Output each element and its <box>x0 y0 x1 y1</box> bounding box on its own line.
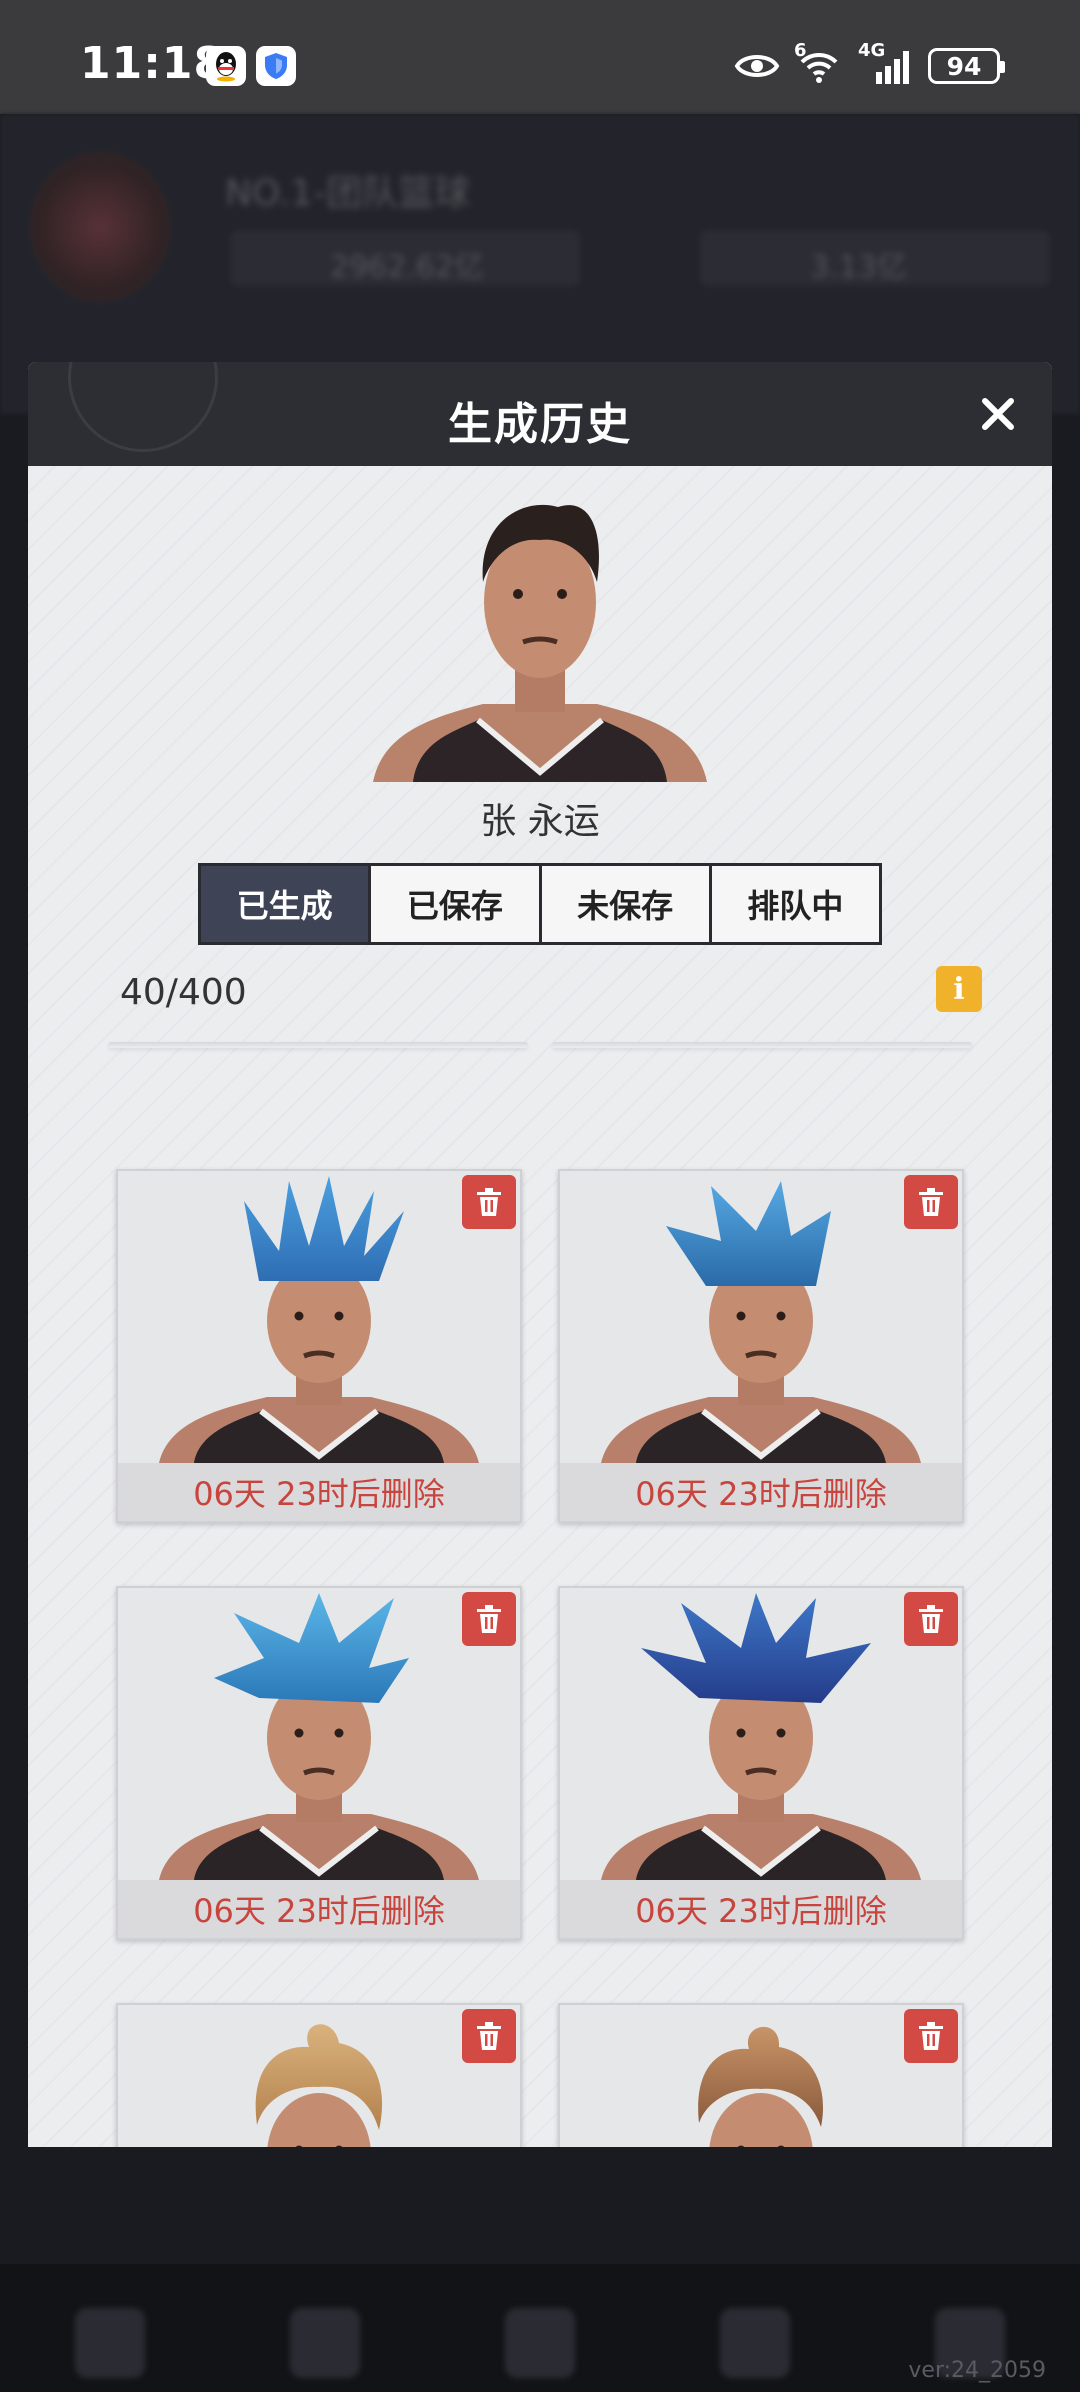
coin-amount: 2962.62亿 <box>330 250 485 285</box>
delete-button[interactable] <box>462 1175 516 1229</box>
generation-history-dialog: 生成历史 张 永运 已生成 已保存 未保存 排队中 40/400 i 06天 2… <box>28 362 1052 2147</box>
delete-button[interactable] <box>904 1175 958 1229</box>
expiry-caption: 06天 23时后删除 <box>118 1880 520 1938</box>
info-button[interactable]: i <box>936 966 982 1012</box>
tab-saved[interactable]: 已保存 <box>371 866 542 942</box>
result-card[interactable]: 06天 23时后删除 <box>116 1586 522 1940</box>
generation-count: 40/400 <box>120 972 247 1013</box>
tab-unsaved[interactable]: 未保存 <box>541 866 712 942</box>
gem-amount: 3.13亿 <box>810 250 907 285</box>
bg-nav-item: 球队 <box>285 2308 365 2392</box>
dialog-header: 生成历史 <box>28 362 1052 466</box>
generated-portrait <box>560 1171 962 1463</box>
trash-icon <box>477 2022 501 2050</box>
trash-icon <box>477 1188 501 1216</box>
generated-portrait <box>560 1588 962 1880</box>
tab-queued[interactable]: 排队中 <box>711 866 879 942</box>
player-portrait <box>373 482 707 782</box>
wifi-icon: 6 <box>794 40 844 86</box>
trash-icon <box>477 1605 501 1633</box>
team-name: NO.1-团队篮球 <box>225 173 471 214</box>
delete-button[interactable] <box>904 1592 958 1646</box>
trash-icon <box>919 2022 943 2050</box>
status-indicators: 6 4G 94 <box>734 40 1005 88</box>
wifi-badge: 6 <box>794 40 807 61</box>
divider <box>552 1042 972 1048</box>
status-bar: 11:18 6 4G 94 <box>0 0 1080 114</box>
delete-button[interactable] <box>462 1592 516 1646</box>
trash-icon <box>919 1188 943 1216</box>
generated-portrait <box>118 2005 520 2147</box>
expiry-caption: 06天 23时后删除 <box>118 1463 520 1521</box>
trash-icon <box>919 1605 943 1633</box>
qq-icon <box>206 46 246 86</box>
result-card[interactable]: 06天 23时后删除 <box>558 1586 964 1940</box>
tab-generated[interactable]: 已生成 <box>201 866 372 942</box>
cellular-signal-icon: 4G <box>858 40 914 86</box>
battery-indicator: 94 <box>928 48 1005 84</box>
result-card[interactable] <box>558 2003 964 2147</box>
close-button[interactable] <box>970 386 1026 442</box>
result-card[interactable]: 06天 23时后删除 <box>558 1169 964 1523</box>
delete-button[interactable] <box>462 2009 516 2063</box>
generated-portrait <box>118 1588 520 1880</box>
bg-nav-item: 球员 <box>70 2308 150 2392</box>
eye-icon <box>734 55 780 77</box>
generated-portrait <box>560 2005 962 2147</box>
generated-portrait <box>118 1171 520 1463</box>
version-label: ver:24_2059 <box>908 2358 1046 2383</box>
shield-icon <box>256 46 296 86</box>
status-time: 11:18 <box>80 38 226 89</box>
expiry-caption: 06天 23时后删除 <box>560 1880 962 1938</box>
result-card[interactable] <box>116 2003 522 2147</box>
divider <box>108 1042 528 1048</box>
dialog-title: 生成历史 <box>448 399 632 450</box>
bg-nav-item: 商店 <box>715 2308 795 2392</box>
expiry-caption: 06天 23时后删除 <box>560 1463 962 1521</box>
dialog-body: 张 永运 已生成 已保存 未保存 排队中 40/400 i 06天 23时后删除… <box>28 466 1052 2147</box>
player-name: 张 永运 <box>480 801 600 842</box>
filter-tabs: 已生成 已保存 未保存 排队中 <box>198 863 882 945</box>
bg-nav-item: 比赛 <box>500 2308 580 2392</box>
result-card[interactable]: 06天 23时后删除 <box>116 1169 522 1523</box>
network-type: 4G <box>858 40 886 61</box>
close-icon <box>982 398 1014 430</box>
team-logo <box>30 152 170 302</box>
delete-button[interactable] <box>904 2009 958 2063</box>
